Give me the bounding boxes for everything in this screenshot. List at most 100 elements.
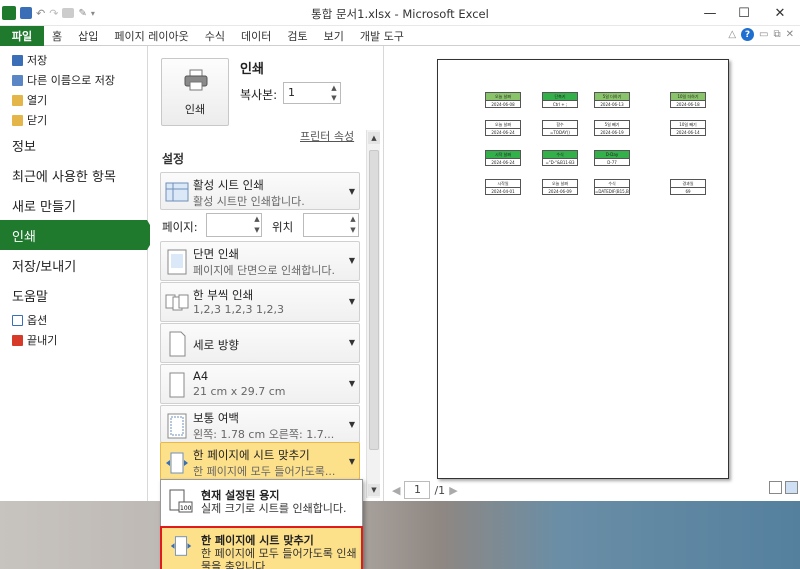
nav-help[interactable]: 도움말 — [0, 280, 147, 310]
exit-icon — [12, 334, 23, 346]
collate-dropdown[interactable]: 한 부씩 인쇄 1,2,3 1,2,3 1,2,3 ▼ — [160, 282, 360, 322]
workbook-close-icon[interactable]: ✕ — [786, 29, 794, 40]
scroll-thumb[interactable] — [369, 150, 379, 450]
preview-cell: 시작일 2024-04-01 — [485, 179, 521, 195]
paper-size-title: A4 — [193, 369, 209, 383]
preview-cell-value: 2024-06-24 — [491, 160, 515, 165]
desktop-background — [0, 501, 800, 569]
preview-cell-value: 69 — [685, 189, 691, 194]
scroll-up-icon[interactable]: ▲ — [368, 132, 380, 144]
nav-save-as[interactable]: 다른 이름으로 저장 — [0, 70, 147, 90]
preview-cell-value: 2024-04-01 — [491, 189, 515, 194]
page-to-up-icon[interactable]: ▲ — [347, 214, 359, 224]
minimize-ribbon-icon[interactable]: △ — [728, 29, 736, 40]
save-icon[interactable] — [20, 7, 32, 19]
chevron-down-icon: ▼ — [348, 256, 355, 265]
fit-sheet-option[interactable]: 한 페이지에 시트 맞추기 한 페이지에 모두 들어가도록 인쇄물을 축입니다 — [160, 526, 363, 569]
print-button[interactable]: 인쇄 — [161, 58, 229, 126]
print-what-dropdown[interactable]: 활성 시트 인쇄 활성 시트만 인쇄합니다. ▼ — [160, 172, 360, 210]
paper-size-sub: 21 cm x 29.7 cm — [193, 385, 286, 398]
copies-down-icon[interactable]: ▼ — [328, 93, 340, 103]
close-button[interactable]: ✕ — [760, 0, 800, 26]
preview-cell-value: 2024-06-08 — [491, 102, 515, 107]
sides-dropdown[interactable]: 단면 인쇄 페이지에 단면으로 인쇄합니다. ▼ — [160, 241, 360, 281]
format-painter-icon[interactable]: ✎ — [78, 8, 86, 19]
print-heading: 인쇄 — [240, 62, 264, 77]
prev-page-icon[interactable]: ◀ — [392, 484, 400, 497]
orientation-dropdown[interactable]: 세로 방향 ▼ — [160, 323, 360, 363]
preview-cell: 10일 더하기 2024-06-18 — [670, 92, 706, 108]
tab-view[interactable]: 보기 — [316, 28, 352, 44]
tab-home[interactable]: 홈 — [44, 28, 70, 44]
page-to-down-icon[interactable]: ▼ — [347, 225, 359, 235]
tab-developer[interactable]: 개발 도구 — [352, 28, 412, 44]
page-from-down-icon[interactable]: ▼ — [251, 225, 263, 235]
fit-sheet-sub: 한 페이지에 모두 들어가도록 인쇄물을 축입니다 — [201, 547, 357, 569]
margins-dropdown[interactable]: 보통 여백 왼쪽: 1.78 cm 오른쪽: 1.7... ▼ — [160, 405, 360, 443]
tab-data[interactable]: 데이터 — [233, 28, 279, 44]
settings-scrollbar[interactable]: ▲ ▼ — [366, 130, 380, 498]
preview-cell-value: D-77 — [607, 160, 617, 165]
nav-options[interactable]: 옵션 — [0, 310, 147, 330]
save-icon — [12, 54, 23, 66]
print-preview-icon[interactable] — [62, 8, 75, 18]
preview-cell-header: 오늘 날짜 — [486, 93, 520, 101]
zoom-to-page-icon[interactable] — [785, 481, 798, 494]
copies-up-icon[interactable]: ▲ — [328, 83, 340, 93]
preview-cell-value: =DATEDIF(B15,B16,"D") — [595, 189, 629, 194]
paper-icon — [169, 372, 185, 398]
maximize-button[interactable]: ☐ — [724, 0, 764, 26]
svg-text:100: 100 — [180, 505, 192, 512]
preview-cell-header: 시작일 — [486, 180, 520, 188]
no-scaling-title: 현재 설정된 용지 — [201, 489, 280, 502]
ribbon-right-controls: △ ? ▭ ⧉ ✕ — [728, 28, 794, 41]
preview-cell: 시작 날짜 2024-06-24 — [485, 150, 521, 166]
single-sided-icon — [167, 249, 187, 275]
undo-icon[interactable]: ↶ — [36, 7, 45, 20]
margins-icon — [167, 413, 187, 439]
tab-formulas[interactable]: 수식 — [197, 28, 233, 44]
preview-cell-header: 단축키 — [543, 93, 577, 101]
workbook-restore-icon[interactable]: ⧉ — [773, 29, 780, 40]
nav-open[interactable]: 열기 — [0, 90, 147, 110]
paper-size-dropdown[interactable]: A4 21 cm x 29.7 cm ▼ — [160, 364, 360, 404]
nav-close[interactable]: 닫기 — [0, 110, 147, 130]
nav-recent[interactable]: 최근에 사용한 항목 — [0, 160, 147, 190]
preview-cell-header: 수식 — [543, 151, 577, 159]
nav-exit[interactable]: 끝내기 — [0, 330, 147, 350]
redo-icon[interactable]: ↷ — [49, 7, 58, 20]
printer-properties-link[interactable]: 프린터 속성 — [300, 128, 354, 144]
scroll-down-icon[interactable]: ▼ — [368, 484, 380, 496]
options-icon — [12, 314, 23, 326]
preview-cell: 5일 빼기 2024-06-19 — [594, 120, 630, 136]
show-margins-icon[interactable] — [769, 481, 782, 494]
tab-page-layout[interactable]: 페이지 레이아웃 — [106, 28, 196, 44]
fit-sheet-icon — [170, 536, 192, 556]
nav-info[interactable]: 정보 — [0, 130, 147, 160]
current-page-input[interactable]: 1 — [404, 481, 431, 499]
nav-save-send[interactable]: 저장/보내기 — [0, 250, 147, 280]
page-from-up-icon[interactable]: ▲ — [251, 214, 263, 224]
tab-review[interactable]: 검토 — [279, 28, 315, 44]
sides-title: 단면 인쇄 — [193, 247, 239, 261]
preview-cell: 오늘 날짜 2024-06-09 — [542, 179, 578, 195]
restore-window-icon[interactable]: ▭ — [759, 29, 768, 40]
customize-qat-icon[interactable]: ▾ — [91, 9, 95, 18]
no-scaling-sub: 실제 크기로 시트를 인쇄합니다. — [201, 502, 347, 515]
no-scaling-option[interactable]: 100 현재 설정된 용지 실제 크기로 시트를 인쇄합니다. — [161, 482, 362, 526]
preview-cell-header: 시작 날짜 — [486, 151, 520, 159]
preview-cell: 함수 =TODAY() — [542, 120, 578, 136]
preview-cell-value: 2024-06-13 — [600, 102, 624, 107]
nav-print[interactable]: 인쇄 — [0, 220, 156, 250]
ribbon-tabs: 파일 홈 삽입 페이지 레이아웃 수식 데이터 검토 보기 개발 도구 — [0, 25, 800, 46]
help-icon[interactable]: ? — [741, 28, 755, 41]
copies-label: 복사본: — [240, 88, 278, 102]
tab-insert[interactable]: 삽입 — [70, 28, 106, 44]
nav-save[interactable]: 저장 — [0, 50, 147, 70]
quick-access-toolbar: ↶ ↷ ✎ ▾ — [0, 3, 95, 23]
scaling-dropdown[interactable]: 한 페이지에 시트 맞추기 한 페이지에 모두 들어가도록... ▼ — [160, 442, 360, 480]
collated-icon — [165, 294, 189, 311]
nav-new[interactable]: 새로 만들기 — [0, 190, 147, 220]
next-page-icon[interactable]: ▶ — [449, 484, 457, 497]
tab-file[interactable]: 파일 — [0, 25, 44, 46]
